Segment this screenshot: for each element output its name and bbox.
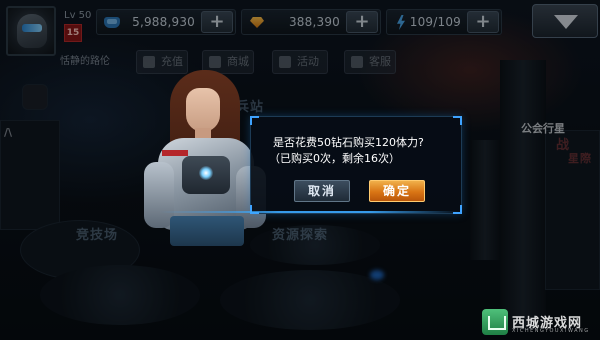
dialog-corner	[453, 116, 462, 125]
cancel-button[interactable]: 取消	[294, 180, 350, 202]
dialog-corner	[250, 116, 259, 125]
dialog-glow-line	[160, 211, 460, 213]
dialog-question: 是否花费50钻石购买120体力?	[273, 136, 424, 149]
character-legs	[170, 216, 244, 246]
watermark: 西城游戏网 XICHENGYOUXIWANG	[482, 308, 594, 336]
watermark-subtext: XICHENGYOUXIWANG	[512, 328, 590, 334]
dialog-purchase-count: （已购买0次，剩余16次）	[269, 152, 400, 165]
character-chest-light	[199, 166, 213, 180]
character-red-band	[162, 150, 188, 156]
watermark-logo-icon	[482, 309, 508, 335]
character-face	[186, 88, 220, 132]
purchase-energy-dialog: 是否花费50钻石购买120体力? （已购买0次，剩余16次） 取消 确定	[250, 116, 462, 214]
confirm-button[interactable]: 确定	[369, 180, 425, 202]
